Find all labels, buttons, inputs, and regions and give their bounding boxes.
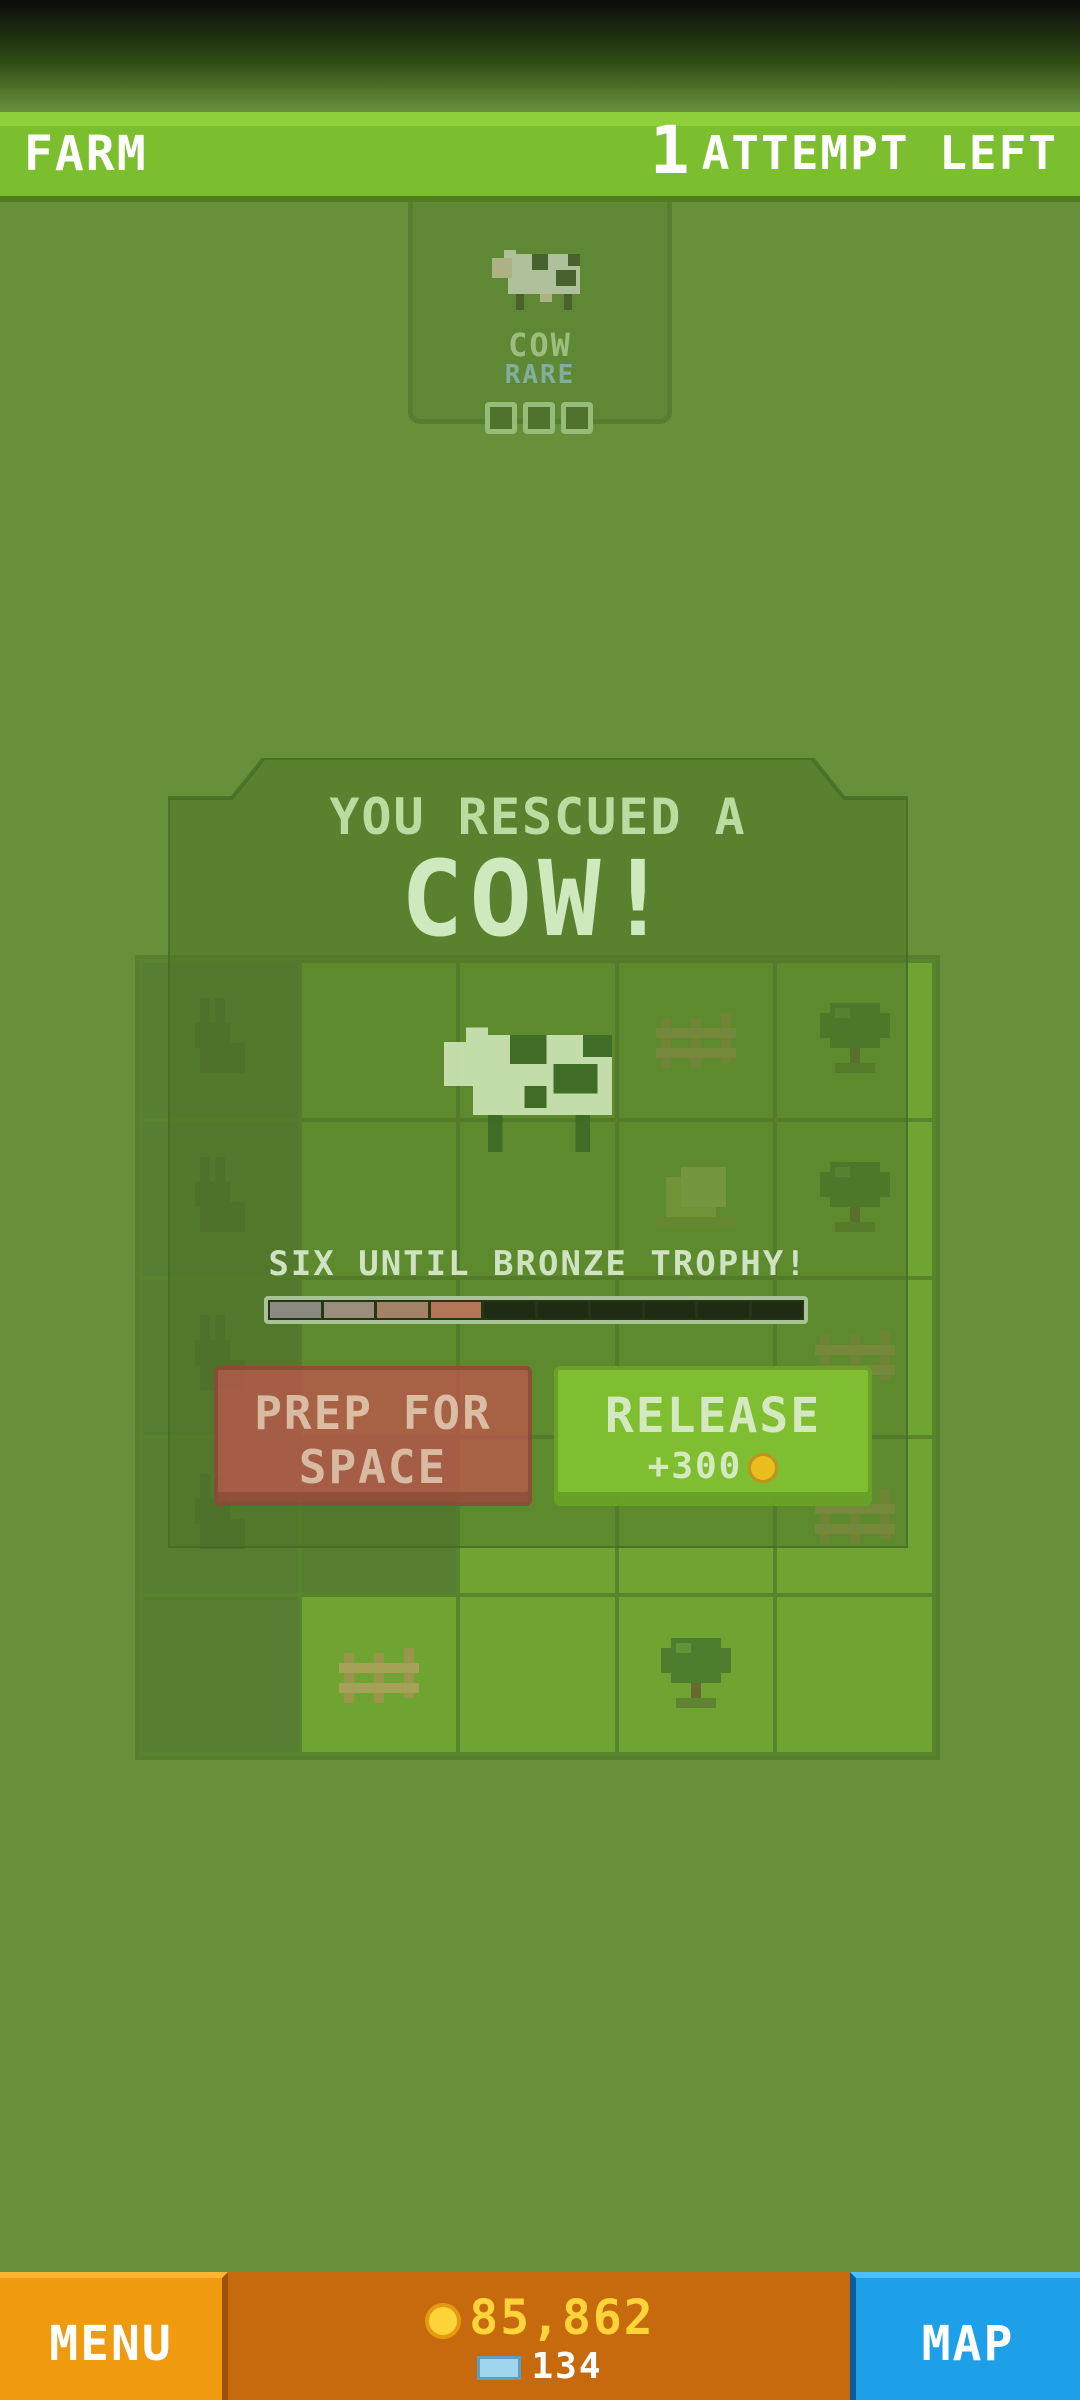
coin-count: 85,862 — [469, 2290, 655, 2346]
progress-segment-filled — [270, 1302, 321, 1318]
prep-for-space-label: PREP FOR SPACE — [218, 1386, 528, 1494]
bottom-bar: MENU 85,862 134 MAP — [0, 2272, 1080, 2400]
release-label: RELEASE — [604, 1388, 822, 1444]
attempts-label: ATTEMPT LEFT — [701, 126, 1058, 180]
progress-segment-empty — [751, 1302, 802, 1318]
rescue-reward-panel: YOU RESCUED A COW! SIX UNTIL BRONZE TROP… — [168, 758, 908, 1548]
progress-segment-empty — [698, 1302, 749, 1318]
prep-label-line2: SPACE — [298, 1440, 448, 1494]
attempts-indicator: 1 ATTEMPT LEFT — [649, 112, 1058, 189]
release-button[interactable]: RELEASE +300 — [554, 1366, 872, 1506]
progress-segment-filled — [323, 1302, 374, 1318]
header-bar: FARM 1 ATTEMPT LEFT — [0, 112, 1080, 202]
ticket-count: 134 — [531, 2346, 603, 2387]
progress-segment-empty — [484, 1302, 535, 1318]
progress-segment-empty — [591, 1302, 642, 1318]
level-title: FARM — [24, 126, 148, 182]
trophy-progress-bar — [264, 1296, 808, 1324]
progress-segment-filled — [377, 1302, 428, 1318]
rescued-animal-title: COW! — [400, 838, 676, 960]
release-reward: +300 — [558, 1446, 868, 1487]
ticket-icon — [477, 2356, 522, 2380]
prep-label-line1: PREP FOR — [254, 1386, 492, 1440]
release-reward-amount: +300 — [647, 1446, 743, 1487]
rescued-cow-icon — [444, 1027, 613, 1152]
prep-for-space-button[interactable]: PREP FOR SPACE — [214, 1366, 532, 1506]
ticket-balance: 134 — [232, 2346, 848, 2387]
trophy-progress-text: SIX UNTIL BRONZE TROPHY! — [268, 1244, 808, 1284]
menu-label: MENU — [49, 2316, 173, 2372]
map-button[interactable]: MAP — [850, 2272, 1080, 2400]
coin-icon — [425, 2303, 462, 2339]
progress-segment-filled — [430, 1302, 481, 1318]
progress-segment-empty — [537, 1302, 588, 1318]
top-shadow — [0, 0, 1080, 110]
progress-segment-empty — [644, 1302, 695, 1318]
coin-balance: 85,862 — [232, 2290, 848, 2346]
attempts-count: 1 — [649, 112, 692, 189]
coin-icon — [748, 1453, 779, 1483]
map-label: MAP — [921, 2316, 1015, 2372]
menu-button[interactable]: MENU — [0, 2272, 228, 2400]
